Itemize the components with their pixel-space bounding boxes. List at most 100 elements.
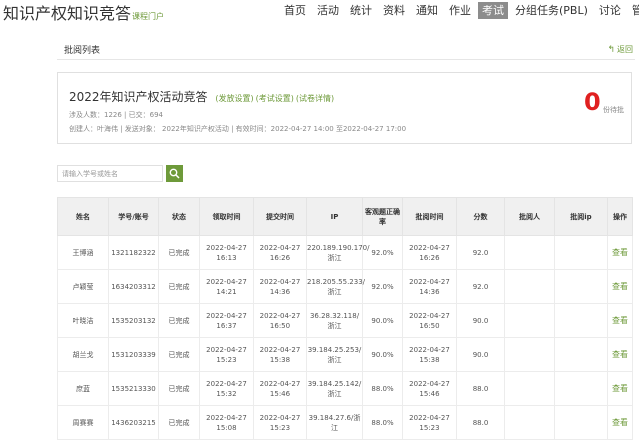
column-header-4: 提交时间 [253,197,307,236]
search-icon [169,168,180,179]
view-button[interactable]: 查看 [607,371,633,406]
paper-detail-link[interactable]: (试卷详情) [296,94,334,103]
table-cell: 2022-04-27 16:37 [199,303,254,338]
table-cell: 88.0% [362,371,403,406]
column-header-1: 学号/账号 [108,197,159,236]
exam-info-card: 2022年知识产权活动竞答 (发放设置) (考试设置) (试卷详情) 涉及人数：12… [57,72,632,144]
nav-item-8[interactable]: 讨论 [595,2,625,19]
table-cell: 39.184.27.6/浙江 [306,405,363,440]
table-cell: 2022-04-27 14:36 [253,269,307,304]
column-header-11: 操作 [607,197,633,236]
table-cell: 92.0 [456,235,505,270]
table-cell: 已完成 [158,337,200,372]
table-cell: 叶晓洁 [57,303,109,338]
table-cell: 2022-04-27 15:38 [253,337,307,372]
table-cell: 88.0% [362,405,403,440]
exam-meta: 创建人：叶海伟 | 发送对象： 2022年知识产权活动 | 有效时间：2022-… [69,125,407,133]
table-cell: 周赛赛 [57,405,109,440]
table-cell: 2022-04-27 16:26 [253,235,307,270]
table-cell: 2022-04-27 14:21 [199,269,254,304]
column-header-3: 领取时间 [199,197,254,236]
nav-item-5[interactable]: 作业 [445,2,475,19]
nav-item-3[interactable]: 资料 [379,2,409,19]
column-header-6: 客观题正确率 [362,197,403,236]
table-cell: 已完成 [158,371,200,406]
table-cell: 2022-04-27 15:38 [402,337,457,372]
exam-links: (发放设置) (考试设置) (试卷详情) [215,94,336,103]
table-cell: 2022-04-27 15:23 [199,337,254,372]
table-cell [554,371,608,406]
nav-item-2[interactable]: 统计 [346,2,376,19]
table-cell: 2022-04-27 15:46 [402,371,457,406]
table-cell: 218.205.55.233/浙江 [306,269,365,304]
table-cell [554,337,608,372]
back-button[interactable]: ↰ 返回 [607,44,633,55]
table-cell [554,269,608,304]
table-cell: 2022-04-27 15:46 [253,371,307,406]
table-row: 庶蓝 1535213330 已完成 2022-04-27 15:32 2022-04-2… [57,371,633,406]
nav-item-4[interactable]: 通知 [412,2,442,19]
table-cell: 2022-04-27 15:23 [402,405,457,440]
table-cell [504,269,555,304]
table-cell: 36.28.32.118/浙江 [306,303,363,338]
table-cell: 1535213330 [108,371,159,406]
table-cell: 2022-04-27 15:08 [199,405,254,440]
table-row: 胡兰戈 1531203339 已完成 2022-04-27 15:23 2022-04-… [57,337,633,372]
table-cell: 2022-04-27 16:13 [199,235,254,270]
table-cell: 2022-04-27 16:50 [402,303,457,338]
table-cell: 已完成 [158,405,200,440]
course-brand[interactable]: 知识产权知识竞答课程门户 [3,0,164,24]
table-header-row: 姓名 学号/账号 状态 领取时间 提交时间 IP 客观题正确率 批阅时间 分数 批阅人 批阅ip 操作 [57,197,633,236]
column-header-0: 姓名 [57,197,109,236]
table-cell: 已完成 [158,235,200,270]
view-button[interactable]: 查看 [607,303,633,338]
table-cell: 92.0% [362,269,403,304]
nav-item-0[interactable]: 首页 [280,2,310,19]
table-cell [554,303,608,338]
table-cell: 王博涵 [57,235,109,270]
table-cell: 39.184.25.253/浙江 [306,337,363,372]
nav-item-1[interactable]: 活动 [313,2,343,19]
table-cell [504,337,555,372]
table-cell: 92.0% [362,235,403,270]
table-cell: 卢颖莹 [57,269,109,304]
view-button[interactable]: 查看 [607,405,633,440]
table-cell: 220.189.190.170/浙江 [306,235,369,270]
view-button[interactable]: 查看 [607,337,633,372]
table-cell: 庶蓝 [57,371,109,406]
column-header-5: IP [306,197,363,236]
table-cell: 1531203339 [108,337,159,372]
course-portal-label: 课程门户 [132,12,165,21]
table-cell [504,405,555,440]
back-arrow-icon: ↰ [607,45,615,55]
table-cell: 90.0% [362,337,403,372]
table-cell [504,235,555,270]
view-button[interactable]: 查看 [607,235,633,270]
table-cell: 2022-04-27 15:32 [199,371,254,406]
table-cell: 92.0 [456,269,505,304]
table-cell: 胡兰戈 [57,337,109,372]
table-cell [504,371,555,406]
exam-settings-link[interactable]: (考试设置) [256,94,294,103]
table-cell: 90.0% [362,303,403,338]
main-nav: 首页活动统计资料通知作业考试分组任务(PBL)讨论管理 [280,2,639,20]
table-cell: 1535203132 [108,303,159,338]
nav-item-7[interactable]: 分组任务(PBL) [511,2,592,19]
exam-title-line: 2022年知识产权活动竞答 (发放设置) (考试设置) (试卷详情) [69,88,336,105]
column-header-7: 批阅时间 [402,197,457,236]
nav-item-9[interactable]: 管理 [628,2,639,19]
view-button[interactable]: 查看 [607,269,633,304]
nav-item-6[interactable]: 考试 [478,2,508,19]
search-input[interactable] [57,165,163,182]
page-title: 批阅列表 [64,46,101,56]
search-button[interactable] [166,165,183,182]
table-row: 周赛赛 1436203215 已完成 2022-04-27 15:08 2022-04-… [57,405,633,440]
release-settings-link[interactable]: (发放设置) [215,94,253,103]
table-cell: 88.0 [456,371,505,406]
table-cell: 1634203312 [108,269,159,304]
review-table: 姓名 学号/账号 状态 领取时间 提交时间 IP 客观题正确率 批阅时间 分数 批阅人 批阅ip 操作… [57,197,633,440]
table-cell: 2022-04-27 16:50 [253,303,307,338]
table-cell: 1436203215 [108,405,159,440]
table-cell: 已完成 [158,303,200,338]
table-cell: 2022-04-27 15:23 [253,405,307,440]
